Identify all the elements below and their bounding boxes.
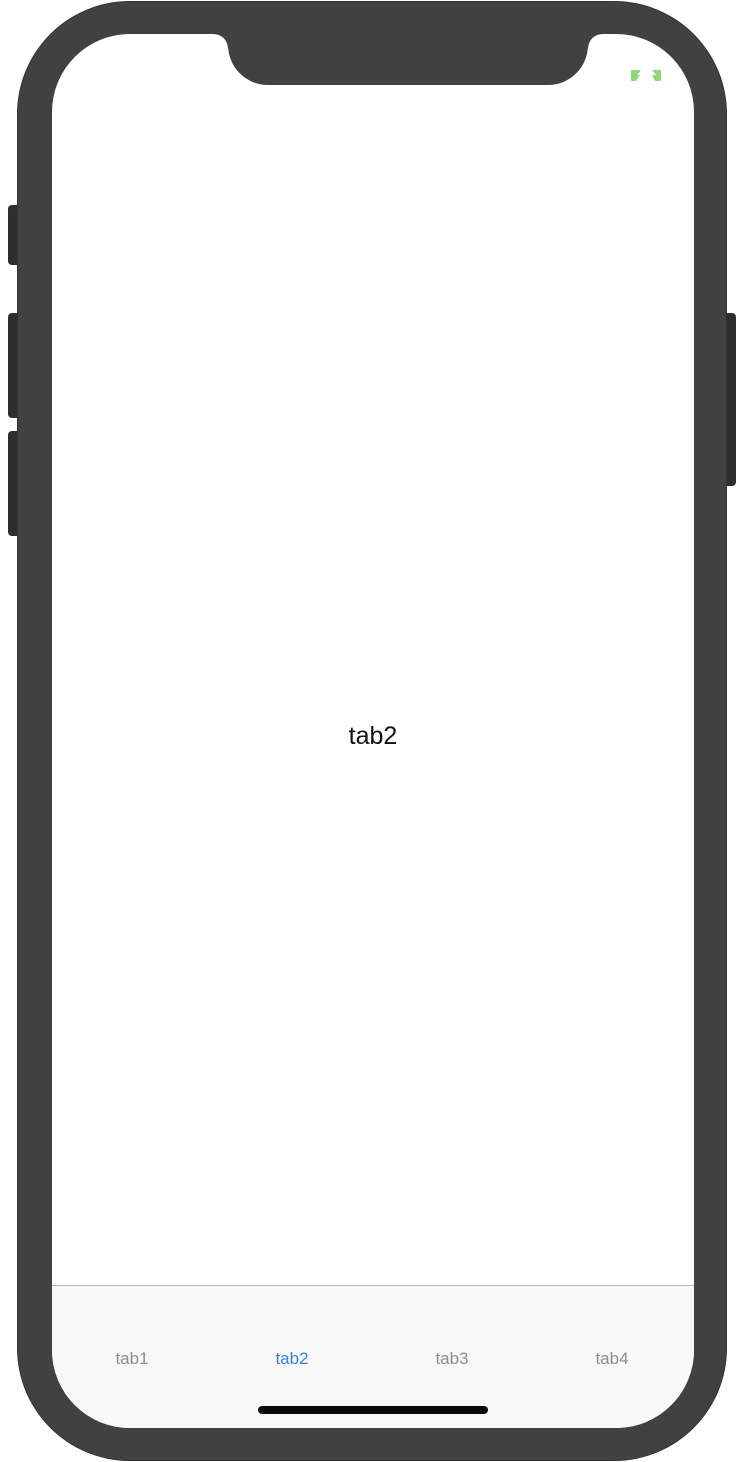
phone-frame: tab2 tab1 tab2 tab3 tab4 xyxy=(18,2,726,1460)
phone-screen: tab2 tab1 tab2 tab3 tab4 xyxy=(52,34,694,1428)
tab-tab3[interactable]: tab3 xyxy=(372,1348,532,1370)
tab-content: tab2 xyxy=(52,34,694,1285)
tab-tab4[interactable]: tab4 xyxy=(532,1348,692,1370)
tab-tab2[interactable]: tab2 xyxy=(212,1348,372,1370)
simulator-stage: tab2 tab1 tab2 tab3 tab4 xyxy=(0,0,744,1462)
tab-tab1[interactable]: tab1 xyxy=(52,1348,212,1370)
page-title: tab2 xyxy=(348,722,398,750)
home-indicator[interactable] xyxy=(258,1406,488,1414)
